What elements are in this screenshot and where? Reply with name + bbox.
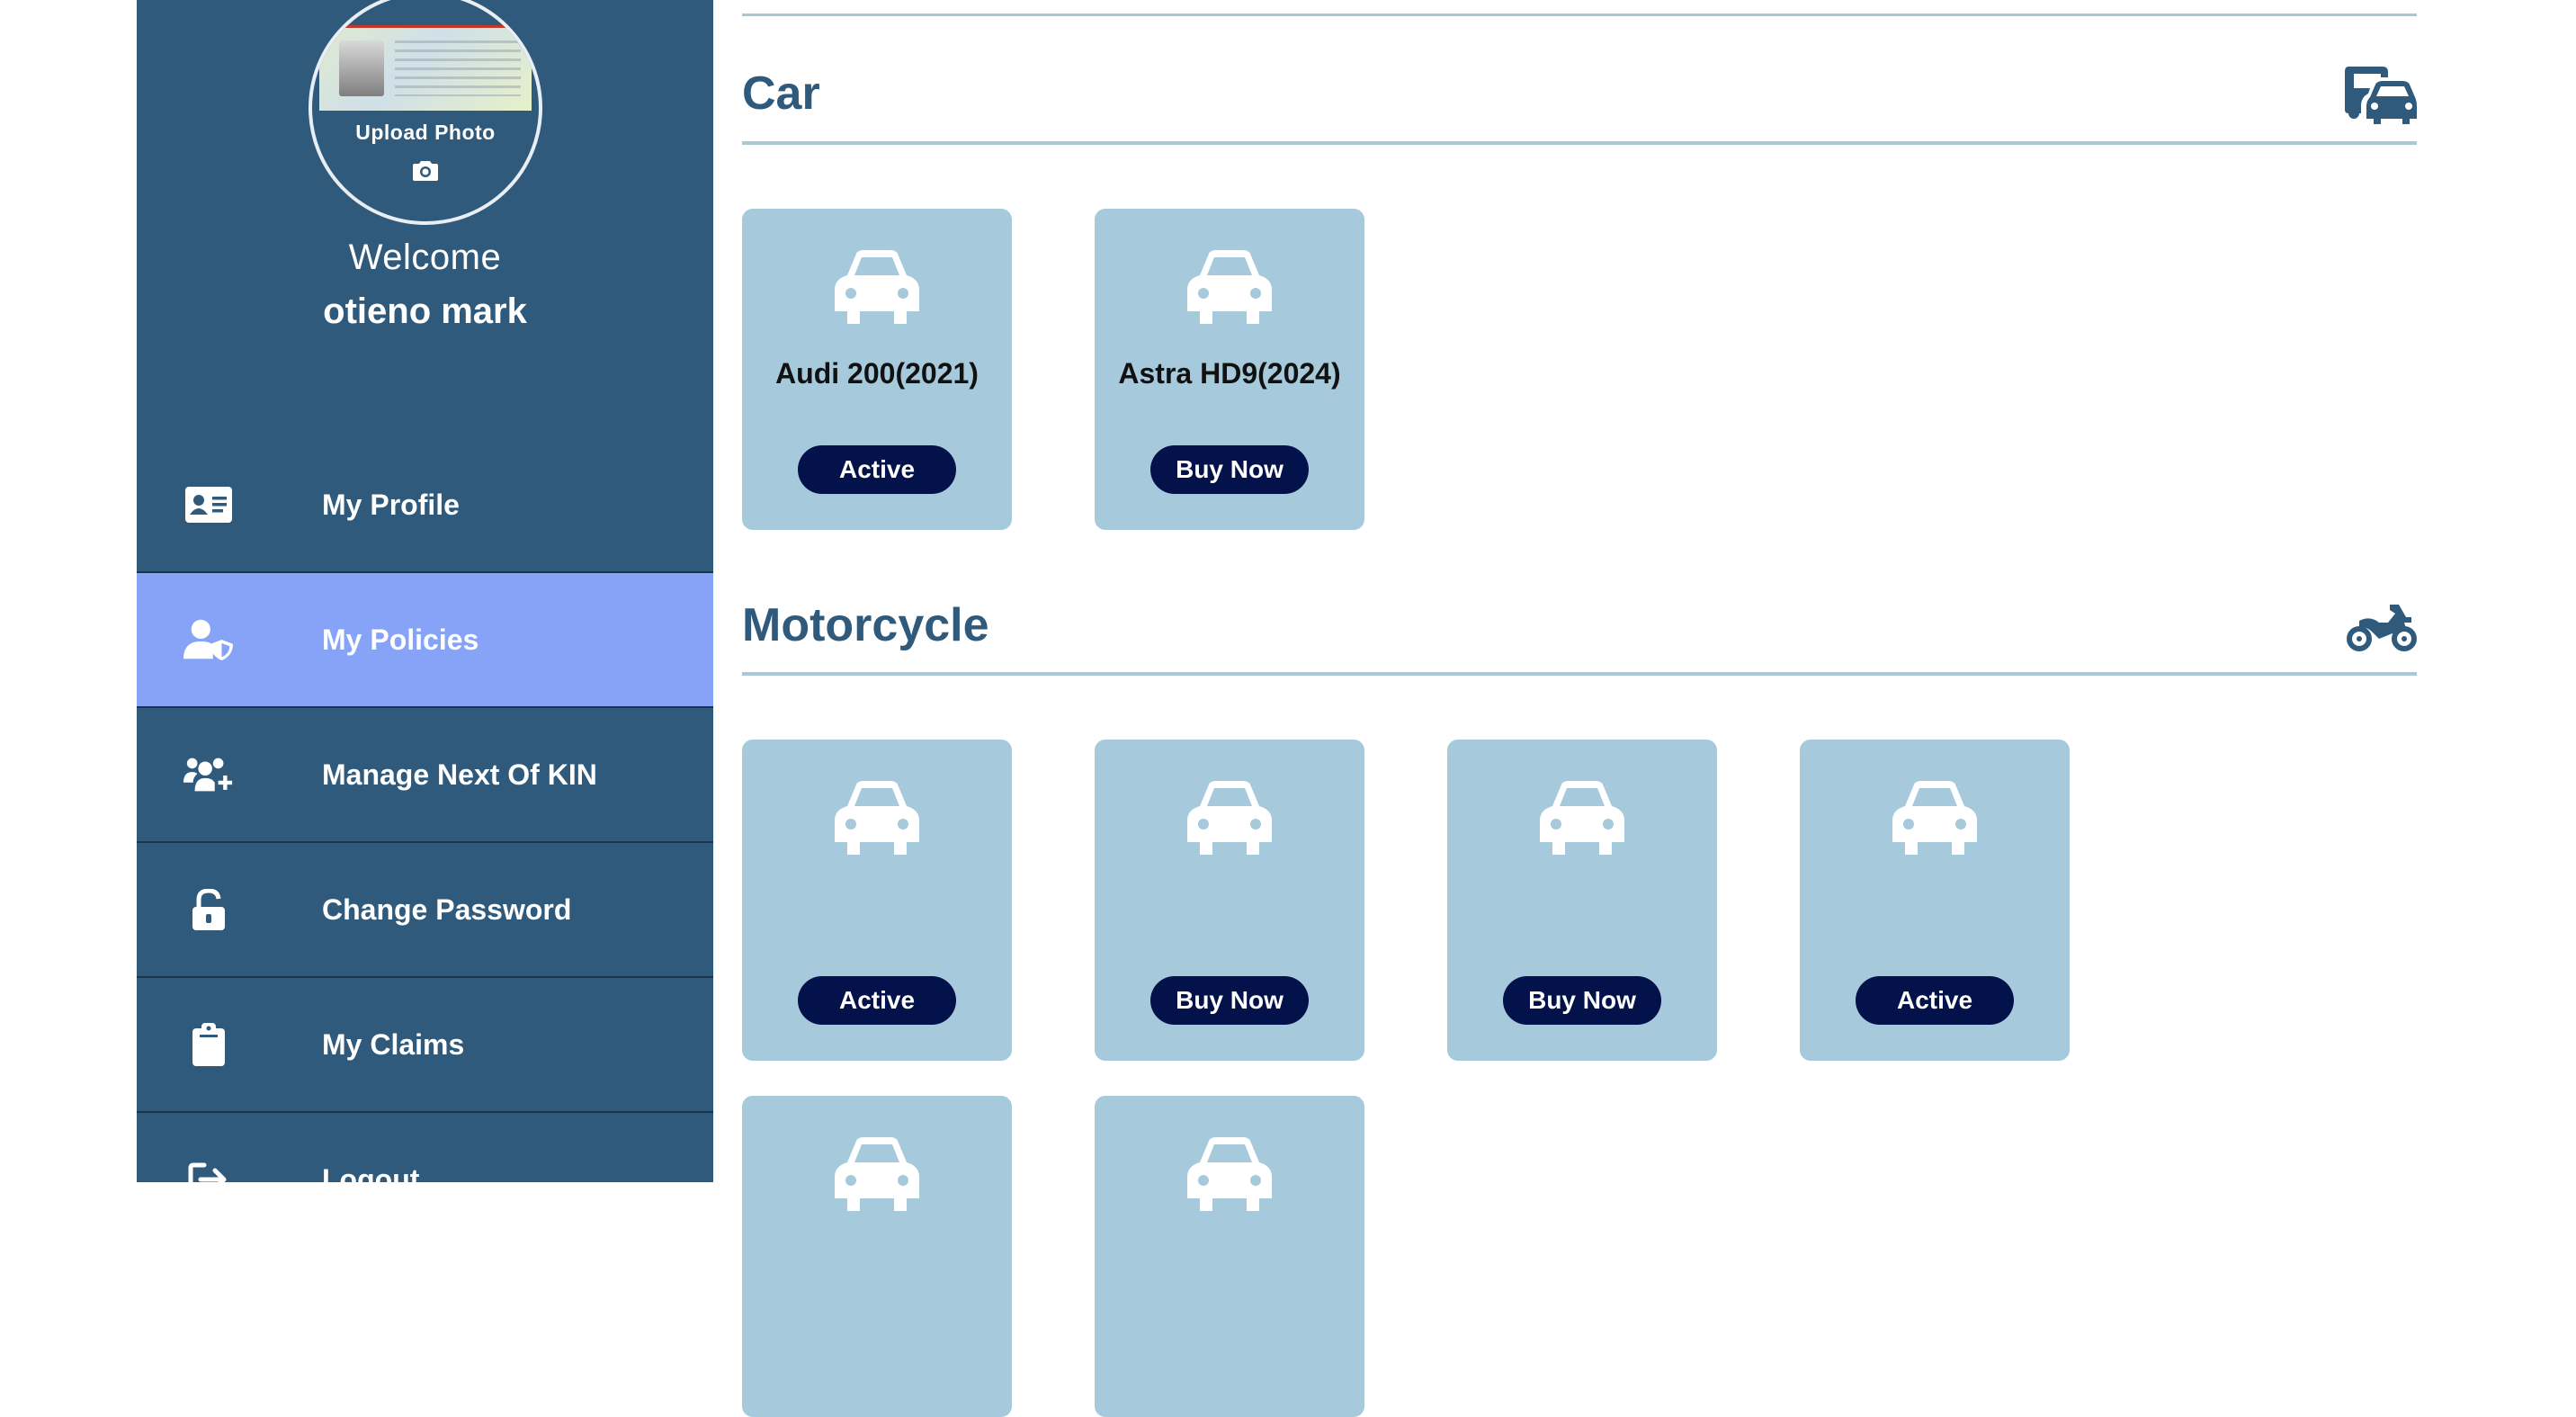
vehicle-name: Astra HD9(2024)	[1118, 357, 1341, 390]
motorcycle-icon	[2347, 605, 2417, 651]
policy-card[interactable]: Buy Now	[1447, 740, 1717, 1061]
sidebar-item-label: Change Password	[322, 892, 572, 926]
main-content: Car Audi 200(2021) Active Astra HD9(2024…	[742, 0, 2417, 1417]
sidebar-item-manage-next-of-kin[interactable]: Manage Next Of KIN	[137, 708, 713, 843]
sidebar-item-label: My Profile	[322, 488, 460, 521]
id-card-photo	[319, 25, 532, 111]
sidebar-item-my-profile[interactable]: My Profile	[137, 438, 713, 573]
sidebar-nav: My Profile My Policies Manage Next Of KI…	[137, 438, 713, 1182]
sidebar-item-logout[interactable]: Logout	[137, 1113, 713, 1182]
policy-card[interactable]: Astra HD9(2024) Buy Now	[1095, 209, 1364, 530]
buy-now-button[interactable]: Buy Now	[1503, 976, 1661, 1025]
car-icon	[1889, 779, 1981, 858]
policy-card[interactable]: Buy Now	[1095, 740, 1364, 1061]
policy-card[interactable]: Audi 200(2021) Active	[742, 209, 1012, 530]
sidebar-item-label: My Claims	[322, 1027, 465, 1061]
clipboard-icon	[183, 1023, 234, 1066]
sidebar-item-my-policies[interactable]: My Policies	[137, 573, 713, 708]
section-title-car: Car	[742, 67, 820, 120]
camera-icon[interactable]	[413, 159, 438, 181]
buy-now-button[interactable]: Buy Now	[1150, 445, 1309, 494]
section-divider	[742, 141, 2417, 145]
policy-card[interactable]: Active	[1800, 740, 2070, 1061]
car-icon	[1184, 248, 1275, 327]
sidebar: Upload Photo Welcome otieno mark My Prof…	[137, 0, 713, 1182]
policy-card[interactable]	[742, 1096, 1012, 1417]
unlock-icon	[183, 888, 234, 931]
welcome-text: Welcome	[348, 238, 502, 277]
upload-photo-label[interactable]: Upload Photo	[312, 121, 539, 145]
sidebar-item-my-claims[interactable]: My Claims	[137, 978, 713, 1113]
car-icon	[1184, 1135, 1275, 1215]
section-divider	[742, 672, 2417, 676]
id-card-face	[339, 40, 384, 96]
logout-icon	[183, 1158, 234, 1182]
policy-card[interactable]: Active	[742, 740, 1012, 1061]
sidebar-item-label: Manage Next Of KIN	[322, 758, 597, 791]
status-button[interactable]: Active	[798, 976, 956, 1025]
user-shield-icon	[183, 618, 234, 661]
users-plus-icon	[183, 753, 234, 796]
divider	[742, 13, 2417, 16]
truck-car-icon	[2345, 67, 2417, 124]
status-button[interactable]: Active	[798, 445, 956, 494]
section-title-motorcycle: Motorcycle	[742, 599, 989, 651]
car-icon	[1536, 779, 1628, 858]
avatar[interactable]: Upload Photo	[309, 0, 542, 225]
status-button[interactable]: Active	[1856, 976, 2014, 1025]
sidebar-item-change-password[interactable]: Change Password	[137, 843, 713, 978]
car-icon	[831, 1135, 923, 1215]
car-icon	[831, 248, 923, 327]
user-name: otieno mark	[323, 291, 527, 331]
buy-now-button[interactable]: Buy Now	[1150, 976, 1309, 1025]
sidebar-item-label: Logout	[322, 1162, 420, 1183]
sidebar-item-label: My Policies	[322, 623, 479, 656]
id-card-text-lines	[395, 40, 521, 96]
car-icon	[1184, 779, 1275, 858]
id-card-icon	[183, 483, 234, 526]
vehicle-name: Audi 200(2021)	[775, 357, 979, 390]
car-icon	[831, 779, 923, 858]
policy-card[interactable]	[1095, 1096, 1364, 1417]
